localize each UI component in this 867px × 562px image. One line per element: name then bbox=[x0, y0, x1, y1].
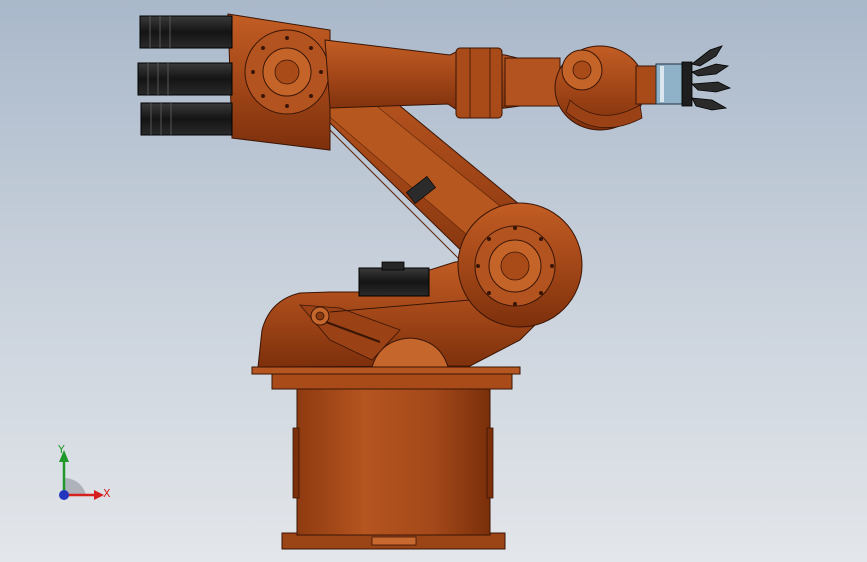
base-pedestal bbox=[251, 366, 521, 550]
elbow-joint bbox=[457, 202, 583, 328]
y-axis-label: Y bbox=[58, 443, 65, 456]
x-axis-label: X bbox=[103, 487, 111, 500]
graphics-viewport[interactable]: Y X bbox=[0, 0, 867, 562]
robot-arm-model[interactable] bbox=[0, 0, 867, 562]
gripper bbox=[655, 45, 732, 111]
z-axis-dot bbox=[59, 490, 69, 500]
orientation-triad bbox=[59, 450, 104, 500]
wrist-joint bbox=[554, 45, 659, 131]
axis-motors bbox=[137, 15, 233, 136]
